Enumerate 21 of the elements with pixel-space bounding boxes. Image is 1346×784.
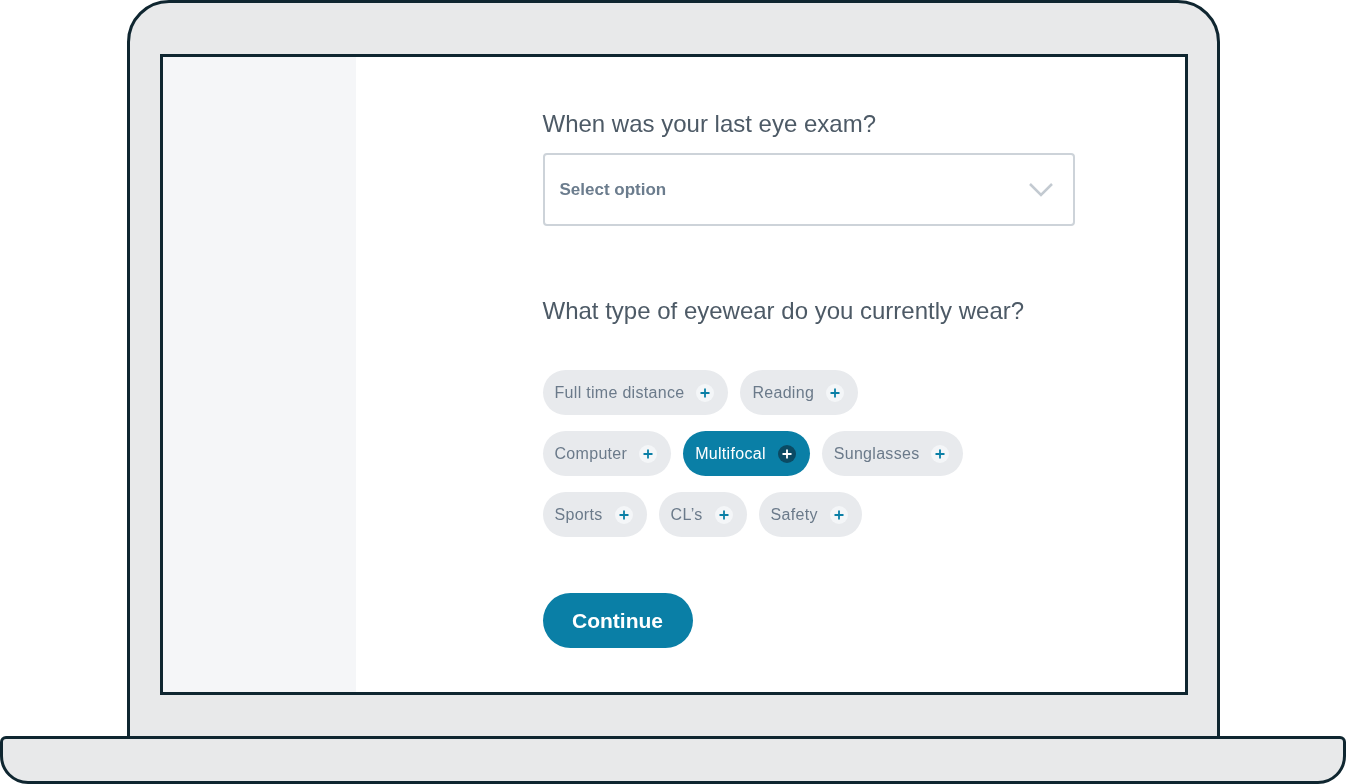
plus-icon: [714, 505, 733, 524]
option-chip[interactable]: Sports: [542, 492, 647, 537]
option-chip[interactable]: Sunglasses: [821, 431, 964, 476]
plus-icon: [826, 383, 845, 402]
option-chip[interactable]: Full time distance: [542, 370, 729, 415]
plus-icon: [829, 505, 848, 524]
select-field[interactable]: Select option: [542, 153, 1075, 226]
question-heading: What type of eyewear do you currently wear?: [542, 296, 1026, 326]
plus-icon: [639, 444, 658, 463]
plus-icon: [696, 383, 715, 402]
continue-button[interactable]: Continue: [542, 593, 693, 648]
option-chip[interactable]: Reading: [740, 370, 859, 415]
question-heading: When was your last eye exam?: [542, 109, 877, 139]
plus-icon: [614, 505, 633, 524]
option-chip[interactable]: Multifocal: [683, 431, 810, 476]
chevron-down-icon: [1028, 182, 1053, 197]
plus-icon: [777, 444, 796, 463]
option-chip[interactable]: Safety: [758, 492, 862, 537]
option-chip[interactable]: Computer: [542, 431, 672, 476]
plus-icon: [931, 444, 950, 463]
option-chip[interactable]: CL’s: [658, 492, 747, 537]
